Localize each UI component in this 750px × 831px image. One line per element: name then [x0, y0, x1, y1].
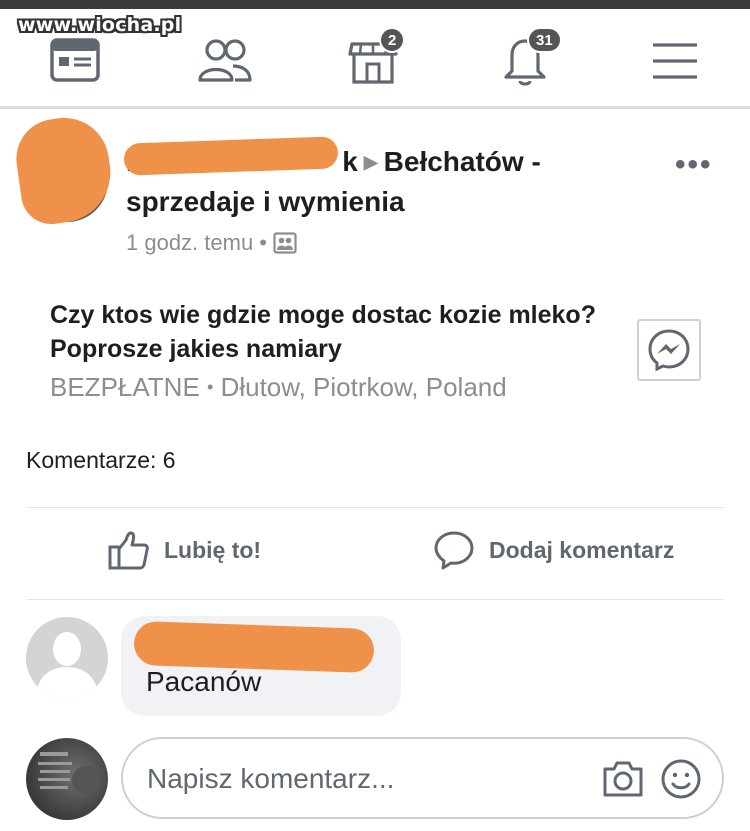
listing-title: Czy ktos wie gdzie moge dostac kozie mle… [50, 301, 596, 363]
comment-label: Dodaj komentarz [489, 536, 675, 563]
more-options-button[interactable]: ••• [675, 148, 713, 182]
comment-button[interactable]: Dodaj komentarz [433, 530, 674, 570]
status-bar [0, 0, 750, 9]
tab-notifications[interactable]: 31 [495, 27, 562, 91]
like-button[interactable]: Lubię to! [108, 530, 261, 570]
comment-composer[interactable] [121, 737, 724, 819]
tab-menu[interactable] [645, 31, 705, 91]
group-privacy-icon [273, 232, 297, 254]
tab-feed[interactable] [46, 31, 106, 91]
tab-marketplace[interactable]: 2 [343, 27, 406, 91]
listing-location: Dłutow, Piotrkow, Poland [220, 372, 507, 402]
hamburger-menu-icon [653, 43, 697, 79]
profile-photo-thumbnail [38, 752, 100, 794]
meta-separator: • [259, 230, 267, 255]
tab-friends[interactable] [195, 31, 255, 91]
marketplace-badge: 2 [379, 27, 406, 53]
listing-meta: BEZPŁATNE • Dłutow, Piotrkow, Poland [50, 372, 507, 403]
messenger-icon [648, 329, 690, 372]
newsfeed-icon [50, 38, 100, 82]
friends-icon [198, 39, 252, 82]
watermark: www.wiocha.pl [18, 14, 182, 36]
comments-count[interactable]: Komentarze: 6 [26, 447, 176, 474]
post-meta: 1 godz. temu • [126, 230, 297, 256]
message-seller-button[interactable] [637, 319, 701, 381]
camera-icon[interactable] [601, 759, 645, 799]
listing-separator: • [207, 377, 214, 397]
listing-price: BEZPŁATNE [50, 372, 200, 402]
comment-text: Pacanów [146, 666, 262, 697]
my-avatar[interactable] [26, 738, 108, 820]
play-arrow-icon: ▶ [363, 152, 378, 172]
divider [26, 507, 724, 508]
commenter-avatar[interactable] [26, 617, 108, 699]
post-time[interactable]: 1 godz. temu [126, 230, 253, 256]
default-profile-icon [36, 632, 98, 699]
thumbs-up-icon [108, 531, 149, 570]
author-name-end[interactable]: k [342, 146, 358, 177]
like-label: Lubię to! [164, 536, 262, 563]
divider [26, 599, 724, 600]
emoji-icon[interactable] [660, 758, 702, 800]
comment-bubble-icon [434, 531, 474, 570]
notifications-badge: 31 [527, 27, 562, 53]
comment-input[interactable] [147, 757, 577, 801]
redaction-avatar [11, 112, 117, 228]
